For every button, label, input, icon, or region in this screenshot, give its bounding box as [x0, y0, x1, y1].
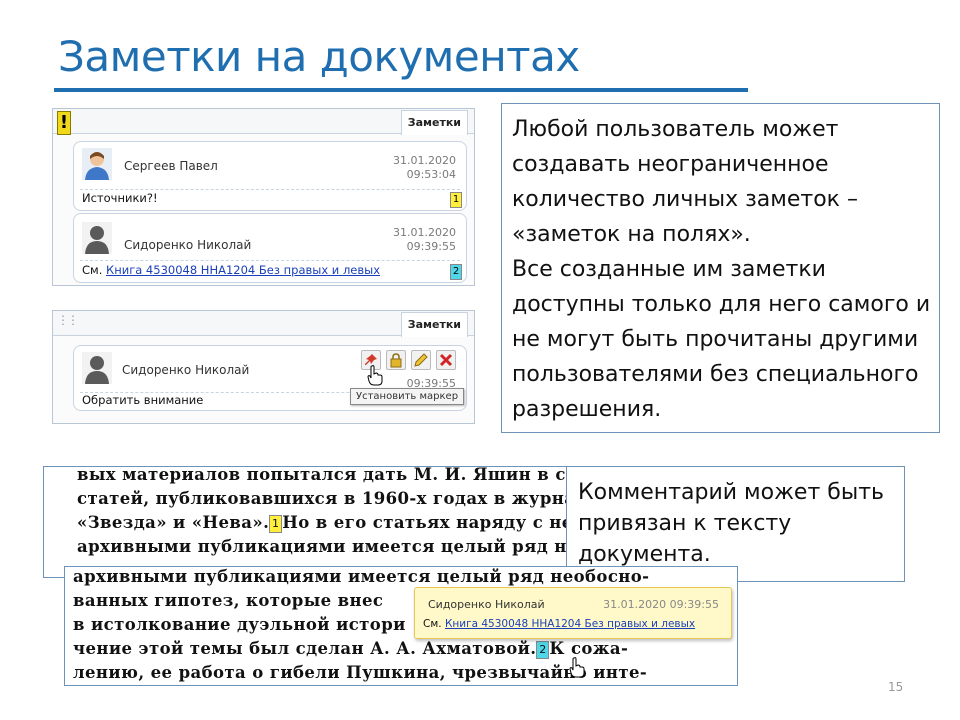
note-card[interactable]: Сергеев Павел 31.01.2020 09:53:04 Источн…: [73, 141, 467, 211]
description-textbox: Любой пользователь может создавать неогр…: [501, 103, 940, 433]
drag-handle-icon[interactable]: ⋮⋮: [57, 314, 79, 326]
note-marker-2[interactable]: 2: [450, 264, 462, 280]
note-text-prefix: См.: [82, 263, 103, 277]
lock-button[interactable]: [386, 350, 406, 370]
description-paragraph-2: Все созданные им заметки доступны только…: [512, 257, 931, 422]
note-date: 31.01.2020 09:39:55: [393, 226, 456, 254]
scan-text: К сожа-: [549, 639, 629, 658]
scan-line: статей, публиковавшихся в 1960-х годах в…: [77, 489, 568, 508]
panel-header: ⋮⋮ Заметки: [53, 311, 474, 337]
scan-text: Но в его статьях наряду с необосно-: [282, 513, 567, 532]
delete-button[interactable]: [436, 350, 456, 370]
note-card[interactable]: Сидоренко Николай 31.01.2020 09:39:55 См…: [73, 213, 467, 283]
scan-text: «Звезда» и «Нева».: [77, 513, 270, 532]
edit-button[interactable]: [411, 350, 431, 370]
notes-panel-1: ! Заметки Сергеев Павел 31.01.2020 09:53…: [52, 108, 475, 286]
scan-line: чение этой темы был сделан А. А. Ахматов…: [73, 639, 628, 659]
note-author: Сидоренко Николай: [124, 238, 252, 252]
divider: [80, 260, 460, 261]
scan-line: ванных гипотез, которые внес: [73, 591, 384, 610]
popup-author: Сидоренко Николай: [428, 598, 545, 611]
popup-document-link[interactable]: Книга 4530048 ННА1204 Без правых и левых: [445, 618, 695, 630]
note-date: 31.01.2020 09:53:04: [393, 154, 456, 182]
document-scan-1: вых материалов попытался дать М. И. Яшин…: [43, 466, 568, 578]
note-marker-1[interactable]: 1: [450, 192, 462, 208]
page-number: 15: [888, 680, 904, 694]
tooltip-set-marker: Установить маркер: [350, 388, 465, 405]
panel-header: ! Заметки: [53, 109, 474, 135]
user-avatar-icon: [82, 148, 112, 180]
scan-line: «Звезда» и «Нева». 1 Но в его статьях наря…: [77, 513, 567, 533]
scan-line: архивными публикациями имеется целый ряд…: [77, 537, 567, 556]
comment-textbox: Комментарий может быть привязан к тексту…: [566, 466, 905, 582]
description-paragraph-1: Любой пользователь может создавать неогр…: [512, 117, 858, 247]
document-link[interactable]: Книга 4530048 ННА1204 Без правых и левых: [106, 263, 380, 277]
slide-title: Заметки на документах: [58, 32, 580, 81]
scan-line: лению, ее работа о гибели Пушкина, чрезв…: [73, 663, 648, 682]
pencil-icon: [414, 353, 428, 367]
scan-line: в истолкование дуэльной истори: [73, 615, 406, 634]
scan-line: архивными публикациями имеется целый ряд…: [73, 567, 650, 586]
note-text: Источники?!: [82, 191, 158, 205]
note-date-time: 09:53:04: [406, 168, 456, 181]
note-text: Обратить внимание: [82, 393, 204, 407]
scan-text: чение этой темы был сделан А. А. Ахматов…: [73, 639, 537, 658]
note-date-time: 09:39:55: [406, 240, 456, 253]
note-author: Сергеев Павел: [124, 159, 218, 173]
hand-cursor-icon: [569, 657, 585, 678]
note-date-day: 31.01.2020: [393, 226, 456, 239]
warning-icon[interactable]: !: [57, 111, 71, 135]
scan-line: вых материалов попытался дать М. И. Яшин…: [77, 466, 568, 484]
tab-notes[interactable]: Заметки: [400, 312, 468, 337]
divider: [80, 189, 460, 190]
notes-panel-2: ⋮⋮ Заметки Сидоренко Николай 09:39:55 Об…: [52, 310, 475, 424]
note-popup: Сидоренко Николай 31.01.2020 09:39:55 См…: [414, 587, 732, 639]
note-text: См. Книга 4530048 ННА1204 Без правых и л…: [82, 263, 380, 277]
text-marker-2[interactable]: 2: [536, 640, 550, 659]
tab-notes[interactable]: Заметки: [400, 110, 468, 135]
popup-ref-prefix: См.: [423, 618, 442, 630]
popup-date: 31.01.2020 09:39:55: [603, 598, 719, 611]
lock-icon: [390, 353, 402, 368]
note-author: Сидоренко Николай: [122, 363, 250, 377]
title-underline: [54, 88, 748, 92]
text-marker-1[interactable]: 1: [269, 514, 283, 533]
note-date-day: 31.01.2020: [393, 154, 456, 167]
popup-reference: См. Книга 4530048 ННА1204 Без правых и л…: [423, 618, 695, 630]
user-avatar-icon: [82, 222, 112, 254]
delete-icon: [439, 353, 453, 367]
note-card[interactable]: Сидоренко Николай 09:39:55 Обратить вним…: [73, 345, 467, 411]
hand-cursor-icon: [367, 365, 383, 386]
user-avatar-icon: [82, 352, 112, 384]
